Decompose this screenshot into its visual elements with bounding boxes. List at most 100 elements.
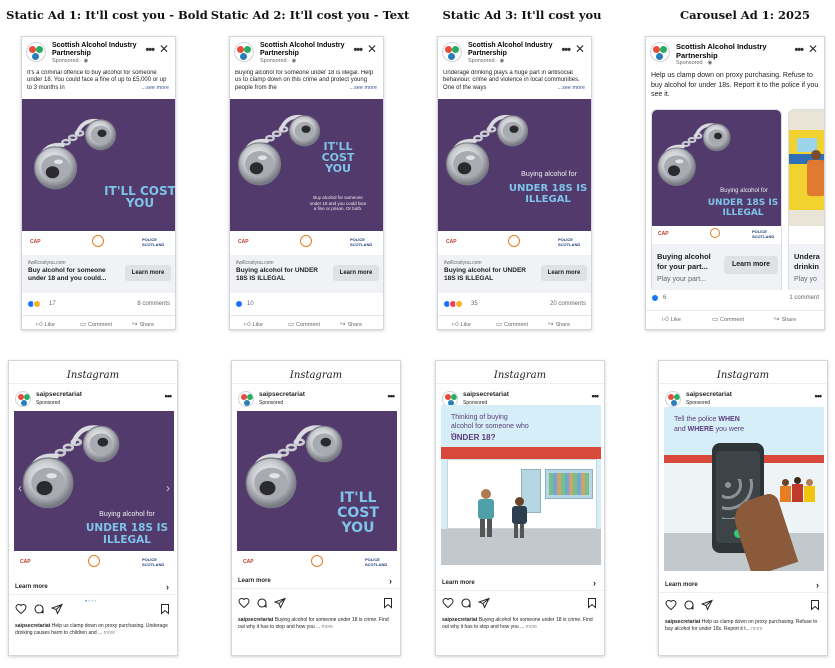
learn-more-bar[interactable]: Learn more › [232, 573, 400, 589]
share-button[interactable]: ↪ Share [548, 320, 570, 328]
username[interactable]: saipsecretariat [259, 391, 305, 398]
caption-more-link[interactable]: more [322, 624, 333, 630]
comment-count[interactable]: 20 comments [550, 301, 586, 307]
more-options-icon[interactable]: ••• [794, 44, 804, 56]
more-options-icon[interactable]: ••• [165, 391, 173, 401]
carousel-card-headline[interactable]: Buying alcohol for your part... [657, 252, 717, 272]
link-headline[interactable]: Buying alcohol for UNDER 18S IS ILLEGAL [236, 267, 326, 283]
page-avatar[interactable] [26, 42, 46, 62]
like-button[interactable]: 👍︎ Like [244, 320, 263, 328]
bookmark-icon[interactable] [159, 603, 171, 615]
like-button[interactable]: 👍︎ Like [36, 320, 55, 328]
comment-button[interactable]: ▭ Comment [712, 315, 744, 323]
close-icon[interactable]: ✕ [159, 42, 169, 56]
reactions-bar[interactable]: 35 20 comments [443, 299, 586, 311]
page-avatar[interactable] [234, 42, 254, 62]
more-options-icon[interactable]: ••• [592, 391, 600, 401]
like-button[interactable]: 👍︎ Like [452, 320, 471, 328]
link-headline[interactable]: Buy alcohol for someone under 18 and you… [28, 267, 118, 283]
ad-image[interactable]: Tell the police WHEN and WHERE you were [664, 407, 824, 571]
ad-image[interactable]: IT'LL COST YOU [22, 99, 175, 231]
comment-button[interactable]: ▭ Comment [80, 320, 112, 328]
user-avatar[interactable] [15, 391, 31, 407]
link-preview[interactable]: itwillcostyou.com Buying alcohol for UND… [230, 255, 383, 293]
ad-image[interactable]: IT'LL COST YOU [237, 411, 397, 551]
more-options-icon[interactable]: ••• [388, 391, 396, 401]
comment-button[interactable]: ▭ Comment [496, 320, 528, 328]
share-button[interactable]: ↪ Share [340, 320, 362, 328]
close-icon[interactable]: ✕ [367, 42, 377, 56]
link-preview[interactable]: itwillcostyou.com Buying alcohol for UND… [438, 255, 591, 293]
heart-icon[interactable] [665, 599, 677, 611]
caption-more-link[interactable]: more [526, 624, 537, 630]
username[interactable]: saipsecretariat [686, 391, 732, 398]
page-avatar[interactable] [650, 42, 670, 62]
globe-icon: ◉ [83, 58, 89, 64]
share-icon[interactable] [478, 597, 490, 609]
learn-more-button[interactable]: Learn more [724, 256, 778, 274]
partner-logo [92, 235, 104, 247]
learn-more-button[interactable]: Learn more [333, 265, 379, 281]
page-name[interactable]: Scottish Alcohol Industry Partnership [52, 42, 147, 58]
heart-icon[interactable] [15, 603, 27, 615]
see-more-link[interactable]: ...see more [554, 85, 585, 91]
comment-count[interactable]: 8 comments [137, 301, 170, 307]
ad-image[interactable]: Buying alcohol for UNDER 18S IS ILLEGAL [438, 99, 591, 231]
page-name[interactable]: Scottish Alcohol Industry Partnership [260, 42, 355, 58]
carousel-card-headline[interactable]: Undera drinkin [794, 252, 824, 272]
learn-more-button[interactable]: Learn more [125, 265, 171, 281]
reactions-bar[interactable]: 10 [235, 299, 378, 311]
comment-icon[interactable] [256, 597, 268, 609]
caption-more-link[interactable]: more [104, 630, 115, 636]
more-options-icon[interactable]: ••• [815, 391, 823, 401]
caption-more-link[interactable]: more [751, 626, 762, 632]
comment-count[interactable]: 1 comment [789, 295, 819, 301]
user-avatar[interactable] [665, 391, 681, 407]
share-icon[interactable] [701, 599, 713, 611]
close-icon[interactable]: ✕ [575, 42, 585, 56]
bookmark-icon[interactable] [382, 597, 394, 609]
comment-icon[interactable] [460, 597, 472, 609]
learn-more-bar[interactable]: Learn more › [659, 577, 827, 593]
bookmark-icon[interactable] [809, 599, 821, 611]
ad-image[interactable]: Thinking of buying alcohol for someone w… [441, 405, 601, 565]
ad-image[interactable]: ‹ › Buying alcohol for UNDER 18S IS ILLE… [14, 411, 174, 551]
page-name[interactable]: Scottish Alcohol Industry Partnership [468, 42, 563, 58]
username[interactable]: saipsecretariat [463, 391, 509, 398]
share-button[interactable]: ↪ Share [132, 320, 154, 328]
user-avatar[interactable] [238, 391, 254, 407]
reactions-bar[interactable]: 17 8 comments [27, 299, 170, 311]
see-more-link[interactable]: ...see more [346, 85, 377, 91]
page-avatar[interactable] [442, 42, 462, 62]
heart-icon[interactable] [442, 597, 454, 609]
comment-icon[interactable] [683, 599, 695, 611]
page-name[interactable]: Scottish Alcohol Industry Partnership [676, 42, 786, 60]
link-preview[interactable]: itwillcostyou.com Buy alcohol for someon… [22, 255, 175, 293]
learn-more-bar[interactable]: Learn more › [9, 579, 177, 595]
bookmark-icon[interactable] [586, 597, 598, 609]
partner-logos: CAP POLICE SCOTLAND [22, 233, 175, 253]
username[interactable]: saipsecretariat [36, 391, 82, 398]
link-domain: itwillcostyou.com [28, 260, 66, 266]
comment-icon[interactable] [33, 603, 45, 615]
learn-more-button[interactable]: Learn more [541, 265, 587, 281]
heart-icon[interactable] [238, 597, 250, 609]
share-button[interactable]: ↪ Share [774, 315, 796, 323]
carousel-prev-icon[interactable]: ‹ [18, 481, 22, 495]
carousel-next-icon[interactable]: › [166, 481, 170, 495]
comment-button[interactable]: ▭ Comment [288, 320, 320, 328]
cap-logo: CAP [20, 559, 31, 565]
learn-more-bar[interactable]: Learn more › [436, 575, 604, 591]
share-icon[interactable] [274, 597, 286, 609]
ad-image[interactable]: IT'LL COST YOU Buy alcohol for someone u… [230, 99, 383, 231]
link-headline[interactable]: Buying alcohol for UNDER 18S IS ILLEGAL [444, 267, 534, 283]
more-options-icon[interactable]: ••• [145, 44, 155, 56]
reaction-count: 35 [471, 301, 478, 307]
more-options-icon[interactable]: ••• [353, 44, 363, 56]
see-more-link[interactable]: ...see more [138, 85, 169, 91]
share-icon[interactable] [51, 603, 63, 615]
reactions-bar[interactable]: 6 1 comment [651, 293, 819, 305]
more-options-icon[interactable]: ••• [561, 44, 571, 56]
like-button[interactable]: 👍︎ Like [662, 315, 681, 323]
close-icon[interactable]: ✕ [808, 42, 818, 56]
